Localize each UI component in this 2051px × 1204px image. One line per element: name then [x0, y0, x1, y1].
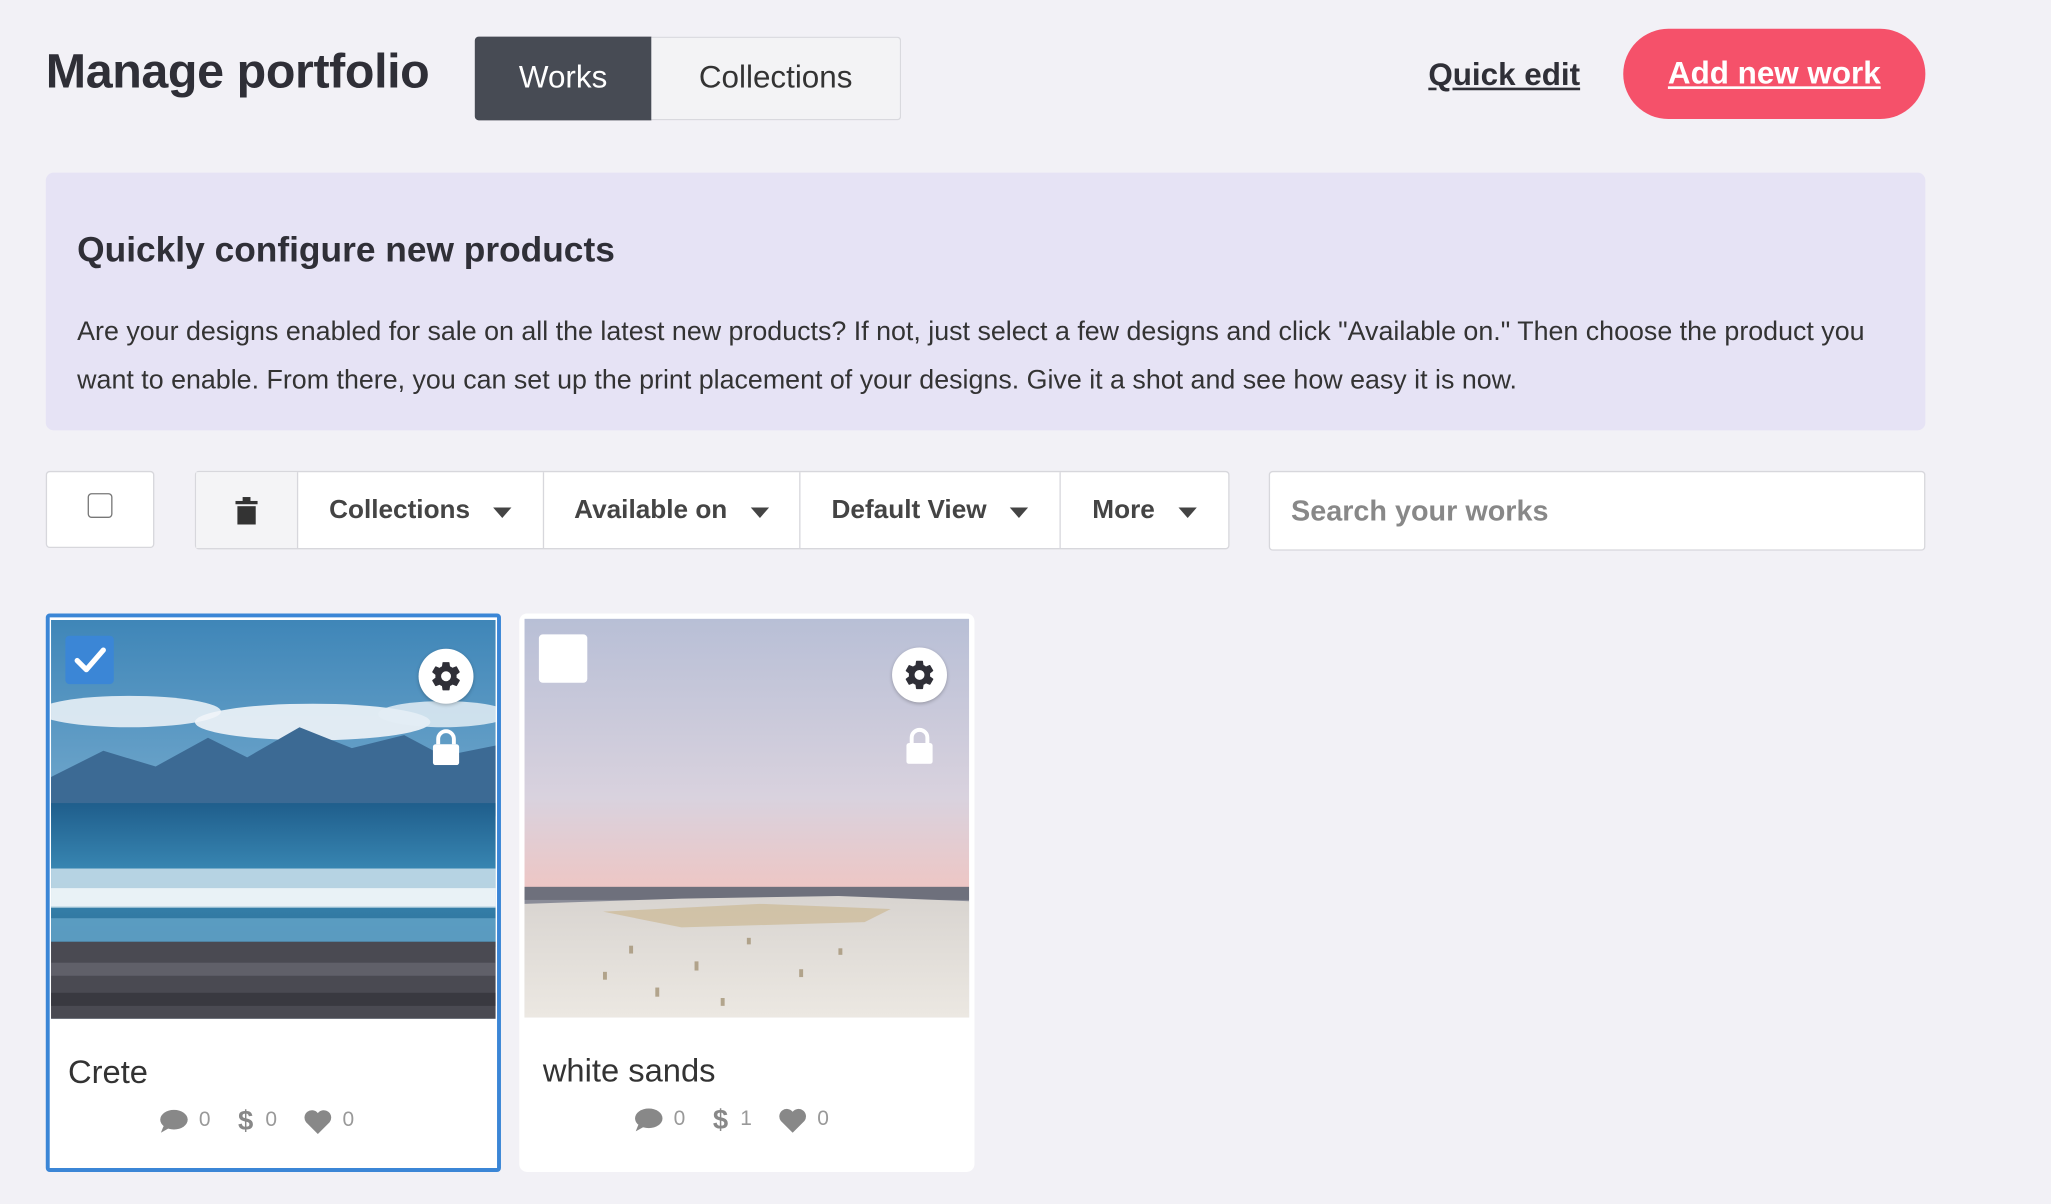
- likes-count: 0: [817, 1107, 829, 1131]
- search-works-input[interactable]: [1268, 470, 1926, 551]
- bulk-action-toolbar: Collections Available on Default View Mo…: [194, 470, 1230, 550]
- comments-count: 0: [198, 1109, 211, 1132]
- likes-stat: 0: [778, 1107, 829, 1133]
- comments-count: 0: [673, 1107, 686, 1131]
- comment-icon: [635, 1108, 663, 1132]
- comments-stat: 0: [634, 1108, 685, 1132]
- chevron-down-icon: [1010, 506, 1029, 518]
- chevron-down-icon: [750, 506, 770, 518]
- sales-stat: $ 1: [711, 1105, 752, 1134]
- sales-count: 0: [265, 1109, 278, 1132]
- info-banner: Quickly configure new products Are your …: [45, 172, 1926, 431]
- delete-button[interactable]: [196, 472, 297, 549]
- work-stats: 0 $ 0 0: [160, 1107, 381, 1136]
- dollar-icon: $: [238, 1107, 253, 1136]
- more-dropdown-label: More: [1092, 495, 1155, 524]
- likes-stat: 0: [303, 1109, 354, 1134]
- check-icon: [74, 647, 106, 673]
- lock-icon: [905, 727, 934, 770]
- work-stats: 0 $ 1 0: [634, 1105, 855, 1134]
- collections-dropdown-label: Collections: [329, 495, 471, 524]
- add-new-work-button[interactable]: Add new work: [1623, 28, 1926, 120]
- manage-portfolio-page: Manage portfolio Works Collections Quick…: [0, 0, 2051, 1203]
- work-card-white-sands[interactable]: white sands 0 $ 1 0: [519, 613, 975, 1172]
- heart-icon: [779, 1108, 806, 1133]
- lock-icon: [432, 729, 461, 772]
- work-thumbnail-crete[interactable]: [51, 619, 496, 1019]
- work-select-checkbox[interactable]: [538, 634, 588, 683]
- default-view-dropdown-label: Default View: [831, 495, 987, 524]
- dollar-icon: $: [713, 1105, 728, 1134]
- select-all-checkbox[interactable]: [87, 493, 113, 518]
- trash-icon: [235, 496, 258, 524]
- portfolio-tabs: Works Collections: [474, 36, 902, 121]
- likes-count: 0: [342, 1109, 355, 1132]
- svg-text:$: $: [238, 1107, 253, 1136]
- available-on-dropdown[interactable]: Available on: [542, 472, 799, 549]
- sales-count: 1: [740, 1107, 752, 1131]
- page-title: Manage portfolio: [45, 44, 430, 99]
- work-title[interactable]: Crete: [68, 1054, 148, 1092]
- select-all-container: [45, 470, 155, 549]
- gear-icon[interactable]: [892, 647, 947, 703]
- work-thumbnail-white-sands[interactable]: [524, 618, 970, 1018]
- default-view-dropdown[interactable]: Default View: [799, 472, 1059, 549]
- quick-edit-link[interactable]: Quick edit: [1428, 58, 1580, 95]
- heart-icon: [304, 1109, 331, 1134]
- chevron-down-icon: [493, 506, 512, 518]
- work-title[interactable]: white sands: [543, 1053, 716, 1091]
- more-dropdown[interactable]: More: [1059, 472, 1228, 549]
- work-select-checkbox[interactable]: [65, 635, 114, 685]
- tab-works[interactable]: Works: [474, 36, 652, 121]
- sales-stat: $ 0: [237, 1107, 277, 1136]
- banner-heading: Quickly configure new products: [77, 230, 615, 270]
- available-on-dropdown-label: Available on: [574, 495, 728, 524]
- tab-collections[interactable]: Collections: [651, 36, 902, 121]
- gear-icon[interactable]: [418, 648, 474, 704]
- work-card-crete[interactable]: Crete 0 $ 0 0: [45, 613, 501, 1172]
- comments-stat: 0: [160, 1109, 211, 1133]
- comment-icon: [160, 1109, 188, 1133]
- svg-text:$: $: [713, 1105, 728, 1134]
- collections-dropdown[interactable]: Collections: [296, 472, 543, 549]
- banner-body: Are your designs enabled for sale on all…: [77, 316, 1865, 396]
- chevron-down-icon: [1178, 506, 1197, 518]
